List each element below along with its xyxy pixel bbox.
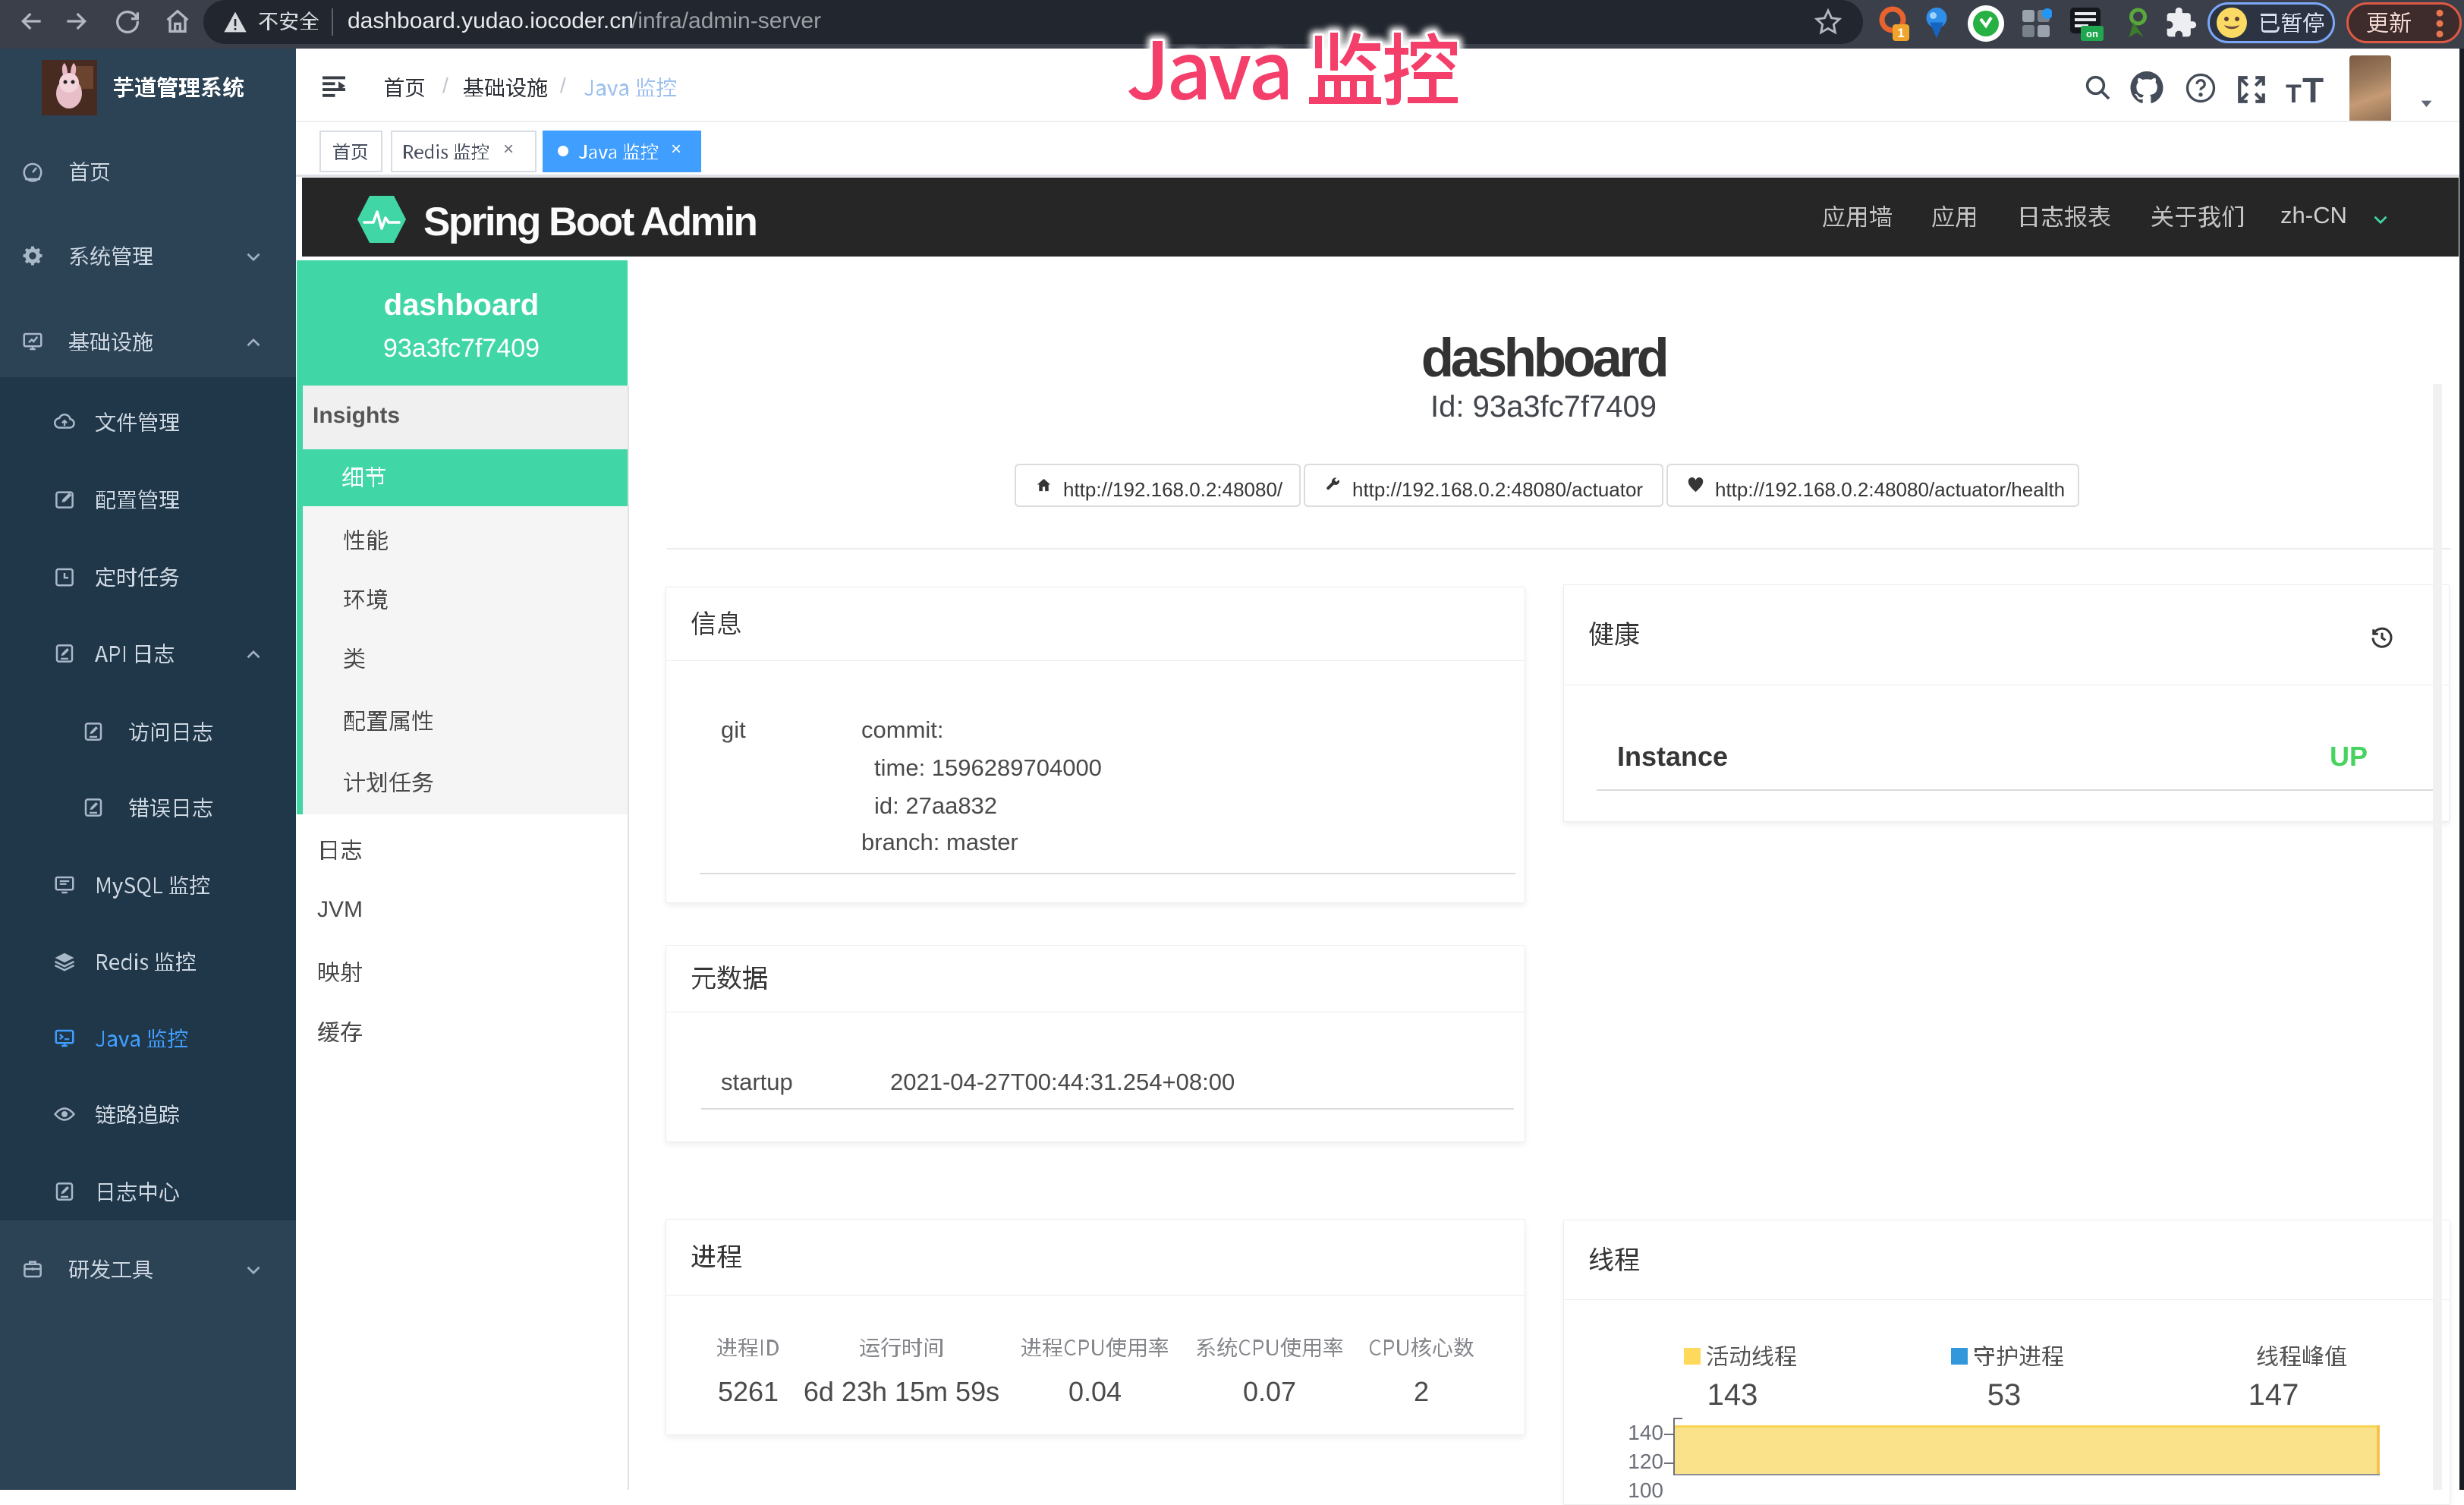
svg-text:1: 1 <box>1897 26 1904 40</box>
svg-text:on: on <box>2086 28 2098 39</box>
